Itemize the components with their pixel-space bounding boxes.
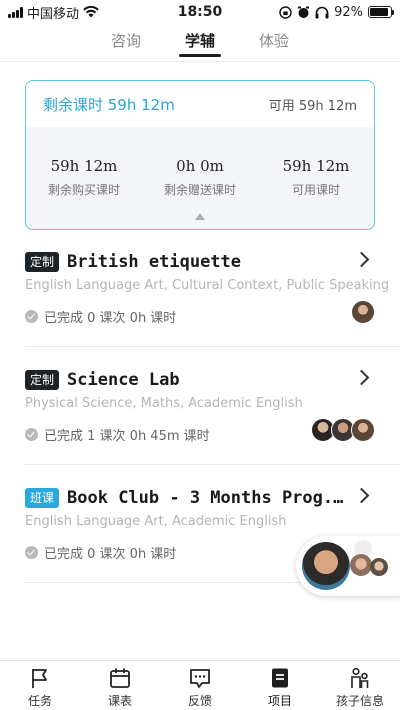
- avatar: [350, 554, 372, 576]
- tab-tutoring[interactable]: 学辅: [178, 24, 222, 60]
- check-circle-icon: [25, 428, 38, 441]
- nav-item-projects[interactable]: 项目: [240, 661, 320, 710]
- status-bar: 中国移动 18:50 92%: [0, 0, 400, 24]
- progress-text: 已完成 0 课次 0h 课时: [44, 311, 177, 326]
- remaining-hours: 剩余课时 59h 12m: [43, 95, 175, 114]
- status-right: 92%: [279, 4, 394, 20]
- nav-label: 课表: [107, 694, 132, 708]
- course-type-badge: 定制: [25, 370, 60, 390]
- nav-label: 任务: [27, 694, 52, 708]
- flag-icon: [32, 669, 47, 688]
- stat-label: 剩余购买课时: [47, 183, 120, 197]
- stat-label: 剩余赠送课时: [163, 183, 236, 197]
- course-title-row: 定制 Science Lab: [25, 366, 375, 394]
- progress-text: 已完成 0 课次 0h 课时: [44, 547, 177, 562]
- course-title-row: 定制 British etiquette: [25, 248, 375, 276]
- battery-icon: [368, 6, 394, 18]
- stat-value: 0h 0m: [176, 157, 224, 175]
- available-hours: 可用 59h 12m: [268, 98, 357, 114]
- divider: [25, 464, 400, 465]
- collapse-caret-icon[interactable]: [195, 213, 205, 220]
- stat-gifted: 0h 0m 剩余赠送课时: [142, 157, 258, 198]
- course-title: British etiquette: [67, 252, 242, 272]
- avatar: [370, 558, 388, 576]
- nav-item-feedback[interactable]: 反馈: [160, 661, 240, 710]
- nav-label: 孩子信息: [335, 694, 384, 708]
- battery-percent: 92%: [334, 4, 363, 20]
- course-item[interactable]: 定制 British etiquette English Language Ar…: [25, 248, 389, 366]
- course-progress: 已完成 1 课次 0h 45m 课时: [25, 425, 210, 444]
- headphones-icon: [315, 6, 329, 18]
- lock-rotation-icon: [279, 5, 292, 19]
- course-type-badge: 班课: [25, 488, 60, 508]
- advisor-avatar: [302, 542, 350, 590]
- avatar: [351, 418, 375, 442]
- document-icon: [272, 668, 288, 688]
- stat-label: 可用课时: [291, 183, 340, 197]
- course-subjects: English Language Art, Academic English: [25, 514, 287, 529]
- course-subjects: Physical Science, Maths, Academic Englis…: [25, 396, 303, 411]
- progress-text: 已完成 1 课次 0h 45m 课时: [44, 429, 210, 444]
- course-progress: 已完成 0 课次 0h 课时: [25, 307, 176, 326]
- bottom-nav: 任务 课表 反馈 项目 孩子信息: [0, 660, 400, 710]
- stat-purchased: 59h 12m 剩余购买课时: [26, 157, 142, 198]
- alarm-icon: [298, 6, 310, 18]
- nav-item-child-info[interactable]: 孩子信息: [320, 661, 400, 710]
- advisor-floating-button[interactable]: [296, 536, 400, 596]
- nav-item-schedule[interactable]: 课表: [80, 661, 160, 710]
- hours-card-header: 剩余课时 59h 12m 可用 59h 12m: [26, 81, 374, 127]
- tab-trial[interactable]: 体验: [259, 24, 289, 60]
- teacher-avatars: [311, 418, 375, 442]
- stat-available: 59h 12m 可用课时: [258, 157, 374, 198]
- course-progress: 已完成 0 课次 0h 课时: [25, 543, 176, 562]
- teacher-avatars: [351, 300, 375, 324]
- course-subjects: English Language Art, Cultural Context, …: [25, 278, 390, 293]
- check-circle-icon: [25, 310, 38, 323]
- nav-label: 项目: [267, 694, 292, 708]
- tab-consult[interactable]: 咨询: [111, 24, 141, 60]
- hours-summary-card[interactable]: 剩余课时 59h 12m 可用 59h 12m 59h 12m 剩余购买课时 0…: [25, 80, 375, 230]
- tab-divider: [0, 61, 400, 62]
- nav-item-tasks[interactable]: 任务: [0, 661, 80, 710]
- course-title: Book Club - 3 Months Prog...: [67, 488, 348, 508]
- top-tabs: 咨询 学辅 体验: [0, 24, 400, 60]
- calendar-icon: [110, 668, 130, 688]
- course-title-row: 班课 Book Club - 3 Months Prog...: [25, 484, 375, 512]
- chat-icon: [190, 669, 210, 688]
- hours-stats: 59h 12m 剩余购买课时 0h 0m 剩余赠送课时 59h 12m 可用课时: [26, 127, 374, 198]
- stat-value: 59h 12m: [282, 157, 350, 175]
- family-icon: [351, 667, 369, 688]
- course-type-badge: 定制: [25, 252, 60, 272]
- stat-value: 59h 12m: [50, 157, 118, 175]
- nav-label: 反馈: [187, 694, 212, 708]
- course-title: Science Lab: [67, 370, 180, 390]
- check-circle-icon: [25, 546, 38, 559]
- avatar: [351, 300, 375, 324]
- divider: [25, 346, 400, 347]
- course-item[interactable]: 定制 Science Lab Physical Science, Maths, …: [25, 366, 375, 484]
